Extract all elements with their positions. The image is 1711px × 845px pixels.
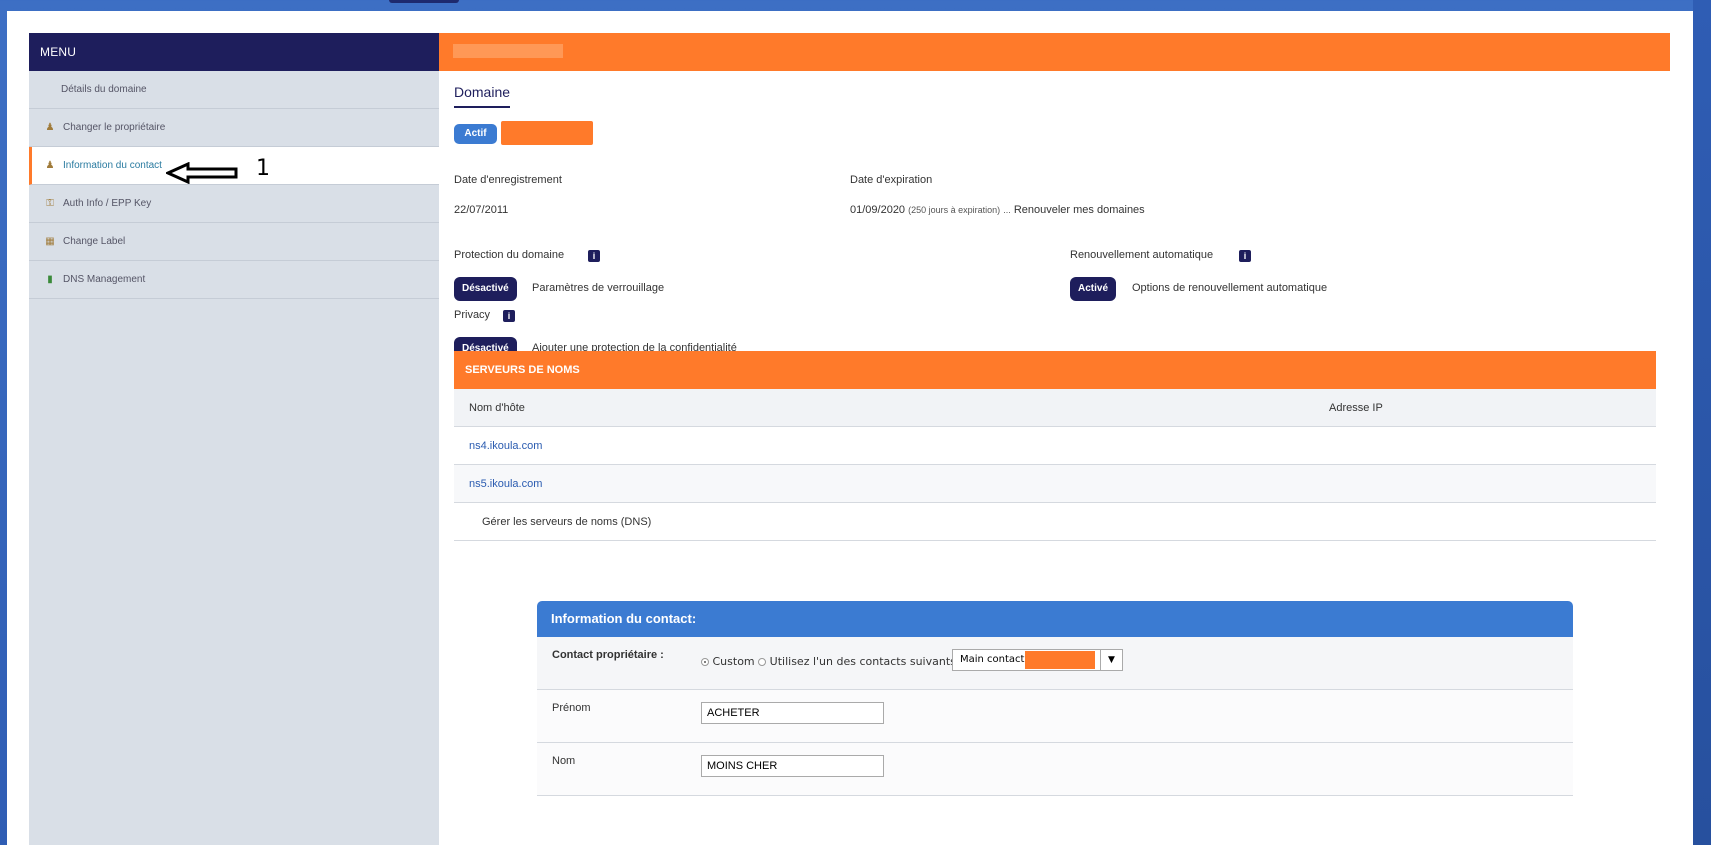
expiration-date-label: Date d'expiration — [850, 174, 933, 186]
firstname-label: Prénom — [552, 702, 591, 714]
nameserver-link[interactable]: ns5.ikoula.com — [469, 465, 542, 503]
radio-existing-contact[interactable] — [758, 658, 767, 666]
radio-existing-label: Utilisez l'un des contacts suivants : — [769, 655, 964, 668]
table-header: Nom d'hôte Adresse IP — [454, 389, 1656, 427]
privacy-label: Privacy — [454, 309, 491, 321]
sidebar-item-label: Auth Info / EPP Key — [63, 198, 152, 209]
firstname-row: Prénom ACHETER — [537, 690, 1573, 743]
col-ip-address: Adresse IP — [1329, 402, 1383, 414]
annotation-number: 1 — [256, 156, 270, 181]
owner-contact-label: Contact propriétaire : — [552, 649, 664, 661]
info-icon[interactable]: i — [503, 310, 515, 322]
tab-domain[interactable]: Domaine — [454, 84, 511, 108]
sidebar-item-label: Information du contact — [63, 160, 162, 171]
sidebar: MENU Détails du domaine ♟ Changer le pro… — [29, 33, 439, 845]
lock-settings-link[interactable]: Paramètres de verrouillage — [532, 282, 664, 294]
annotation-arrow-icon — [166, 162, 238, 184]
contact-select-value: Main contact: — [960, 654, 1028, 665]
auto-renew-options-link[interactable]: Options de renouvellement automatique — [1132, 282, 1327, 294]
auto-renew-status-badge[interactable]: Activé — [1070, 277, 1117, 301]
expiration-info: 01/09/2020 (250 jours à expiration) ... … — [850, 204, 1145, 216]
nameservers-title: SERVEURS DE NOMS — [454, 351, 1656, 389]
info-icon[interactable]: i — [588, 250, 600, 262]
expiration-days-note: (250 jours à expiration) — [908, 205, 1001, 215]
sidebar-item-label: DNS Management — [63, 274, 146, 285]
radio-custom[interactable] — [701, 658, 709, 666]
window-edge — [1693, 0, 1711, 845]
table-row: ns5.ikoula.com — [454, 465, 1656, 503]
sidebar-item-label: Change Label — [63, 236, 126, 247]
label-icon: ▦ — [45, 235, 55, 247]
sidebar-item-change-label[interactable]: ▦ Change Label — [29, 223, 439, 261]
sidebar-item-domain-details[interactable]: Détails du domaine — [29, 71, 439, 109]
sidebar-item-auth-info[interactable]: ⚿ Auth Info / EPP Key — [29, 185, 439, 223]
contact-info-panel: Information du contact: Contact propriét… — [537, 601, 1573, 821]
protection-status-badge[interactable]: Désactivé — [454, 277, 517, 301]
firstname-field[interactable]: ACHETER — [701, 702, 884, 724]
contact-select[interactable]: Main contact: ▼ — [952, 649, 1123, 671]
sidebar-item-label: Détails du domaine — [61, 84, 147, 95]
auto-renew-label: Renouvellement automatique — [1070, 249, 1214, 261]
owner-icon: ♟ — [45, 121, 55, 133]
lastname-row: Nom MOINS CHER — [537, 743, 1573, 796]
key-icon: ⚿ — [46, 197, 54, 209]
main-header — [439, 33, 1670, 71]
sidebar-item-change-owner[interactable]: ♟ Changer le propriétaire — [29, 109, 439, 147]
col-hostname: Nom d'hôte — [469, 402, 525, 414]
owner-contact-options: Custom Utilisez l'un des contacts suivan… — [701, 655, 963, 668]
status-badge: Actif — [454, 124, 497, 144]
domain-protection-label: Protection du domaine — [454, 249, 565, 261]
sidebar-item-label: Changer le propriétaire — [63, 122, 166, 133]
contact-icon: ♟ — [45, 159, 55, 171]
sidebar-title: MENU — [29, 33, 439, 71]
chevron-down-icon: ▼ — [1100, 650, 1122, 670]
redacted-title — [453, 44, 563, 58]
registration-date-value: 22/07/2011 — [454, 204, 509, 216]
expiration-dots: ... — [1003, 205, 1011, 215]
top-tab-indicator — [389, 0, 459, 3]
table-row: Gérer les serveurs de noms (DNS) — [454, 503, 1656, 541]
sidebar-item-dns-management[interactable]: ▮ DNS Management — [29, 261, 439, 299]
redacted-domain-name — [501, 121, 593, 145]
table-row: ns4.ikoula.com — [454, 427, 1656, 465]
owner-contact-row: Contact propriétaire : Custom Utilisez l… — [537, 637, 1573, 690]
expiration-date-value: 01/09/2020 — [850, 204, 906, 216]
info-icon[interactable]: i — [1239, 250, 1251, 262]
contact-info-title: Information du contact: — [537, 601, 1573, 637]
lastname-field[interactable]: MOINS CHER — [701, 755, 884, 777]
radio-custom-label: Custom — [712, 655, 755, 668]
redacted-contact-name — [1025, 651, 1095, 669]
lastname-label: Nom — [552, 755, 576, 767]
renew-domains-link[interactable]: Renouveler mes domaines — [1014, 204, 1145, 216]
nameserver-link[interactable]: ns4.ikoula.com — [469, 427, 542, 465]
registration-date-label: Date d'enregistrement — [454, 174, 562, 186]
manage-nameservers-link[interactable]: Gérer les serveurs de noms (DNS) — [482, 503, 651, 541]
dns-icon: ▮ — [47, 273, 53, 285]
